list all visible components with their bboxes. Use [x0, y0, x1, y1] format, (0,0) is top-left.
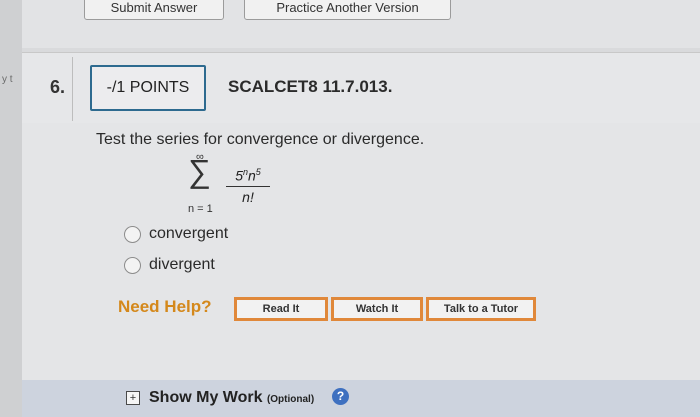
top-action-bar: Submit Answer Practice Another Version	[22, 0, 700, 48]
series-term-fraction: 5nn5 n!	[226, 167, 270, 205]
show-my-work-bar[interactable]: + Show My Work (Optional) ?	[22, 380, 700, 417]
sigma-symbol: ∑	[188, 153, 211, 189]
submit-answer-button[interactable]: Submit Answer	[84, 0, 224, 20]
need-help-heading: Need Help?	[118, 297, 212, 316]
fraction-numerator: 5nn5	[226, 167, 270, 184]
show-my-work-label[interactable]: Show My Work (Optional)	[149, 389, 314, 407]
question-number: 6.	[50, 77, 66, 97]
help-question-icon[interactable]: ?	[332, 388, 349, 405]
option-label: divergent	[149, 256, 215, 273]
header-divider	[72, 57, 73, 121]
option-label: convergent	[149, 225, 229, 242]
edge-text-fragment: y t	[2, 74, 13, 85]
sum-lower-limit: n = 1	[188, 203, 213, 215]
show-work-text: Show My Work	[149, 389, 263, 406]
option-divergent[interactable]: divergent	[124, 256, 215, 274]
optional-label: (Optional)	[266, 394, 315, 405]
read-it-button[interactable]: Read It	[234, 297, 328, 321]
num-exp-2: 5	[255, 167, 261, 177]
radio-button[interactable]	[124, 256, 141, 274]
question-body: Test the series for convergence or diver…	[22, 123, 700, 380]
question-prompt: Test the series for convergence or diver…	[96, 131, 425, 148]
question-code: SCALCET8 11.7.013.	[228, 77, 393, 96]
num-var: n	[248, 167, 256, 184]
num-base: 5	[235, 167, 243, 184]
watch-it-button[interactable]: Watch It	[331, 297, 423, 321]
left-page-edge: y t	[0, 0, 22, 417]
question-header: 6. -/1 POINTS SCALCET8 11.7.013.	[22, 52, 700, 124]
option-convergent[interactable]: convergent	[124, 225, 228, 243]
practice-another-version-button[interactable]: Practice Another Version	[244, 0, 451, 20]
points-badge: -/1 POINTS	[90, 65, 206, 111]
points-label: -/1 POINTS	[106, 79, 190, 96]
talk-to-tutor-button[interactable]: Talk to a Tutor	[426, 297, 536, 321]
radio-button[interactable]	[124, 225, 141, 243]
expand-plus-icon[interactable]: +	[126, 391, 140, 405]
fraction-bar	[226, 185, 270, 187]
fraction-denominator: n!	[242, 188, 254, 205]
